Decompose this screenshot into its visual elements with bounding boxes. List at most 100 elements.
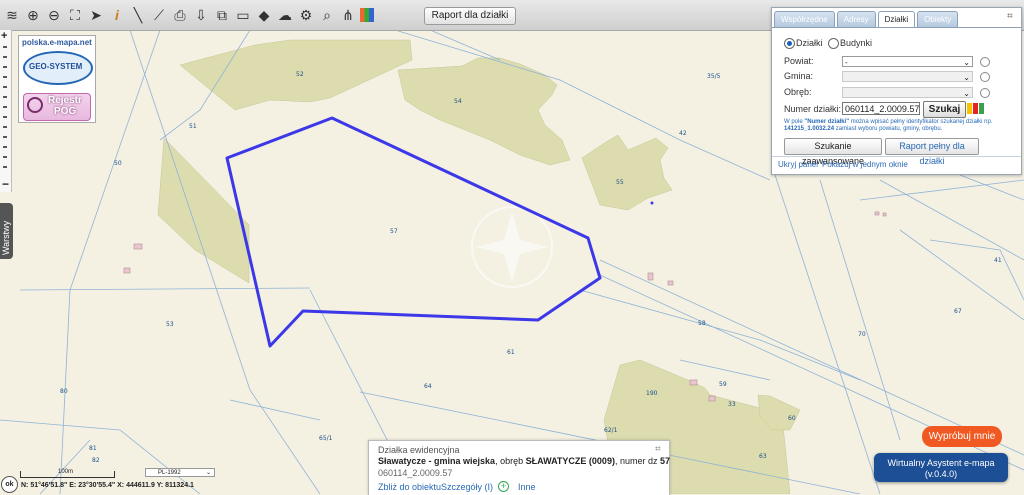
download-icon[interactable]: ⇩: [192, 6, 210, 24]
shape-icon[interactable]: ◆: [255, 6, 273, 24]
zoom-rail[interactable]: + −: [0, 30, 12, 192]
rail-zoom-out-icon[interactable]: −: [2, 177, 9, 191]
close-icon[interactable]: ⌗: [655, 444, 661, 455]
parcel-label-42: 42: [679, 130, 687, 137]
rejestr-label: Rejestr: [48, 95, 82, 106]
powiat-select[interactable]: - ⌄: [842, 56, 973, 67]
ok-button[interactable]: ok: [1, 476, 18, 493]
parcel-number-input[interactable]: 060114_2.0009.57: [842, 102, 920, 115]
layers-tab[interactable]: Warstwy: [0, 203, 13, 259]
parcel-label-65-1: 65/1: [319, 435, 333, 442]
parcel-label-33: 33: [728, 401, 736, 408]
zoom-in-icon[interactable]: ⊕: [24, 6, 42, 24]
virtual-assistant-button[interactable]: Wirtualny Asystent e-mapa (v.0.4.0): [874, 453, 1008, 482]
zoom-level-tick[interactable]: [3, 166, 7, 168]
projection-select[interactable]: PL-1992 ⌄: [145, 468, 215, 477]
zoom-level-tick[interactable]: [3, 136, 7, 138]
try-me-button[interactable]: Wypróbuj mnie: [922, 426, 1002, 447]
search-map-icon[interactable]: ⌕: [318, 6, 336, 24]
precinct: SŁAWATYCZE (0009): [525, 456, 615, 466]
parcel-report-button[interactable]: Raport dla działki: [424, 7, 516, 25]
hint-field-name: "Numer działki": [804, 119, 850, 125]
obreb-select[interactable]: ⌄: [842, 87, 973, 98]
radio-budynki-label: Budynki: [840, 38, 873, 48]
details-link[interactable]: Szczegóły (I): [441, 482, 493, 492]
advanced-search-button[interactable]: Szukanie zaawansowane: [784, 138, 882, 166]
color-swatch-green[interactable]: [979, 103, 984, 114]
print-icon[interactable]: ⎙: [171, 6, 189, 24]
comment-icon[interactable]: ▭: [234, 6, 252, 24]
numer-label: Numer działki:: [784, 104, 842, 114]
single-window-link[interactable]: Pokazuj w jednym oknie: [822, 160, 908, 169]
chevron-down-icon: ⌄: [963, 73, 970, 82]
zoom-level-tick[interactable]: [3, 146, 7, 148]
parcel-label-35-5: 35/5: [707, 73, 721, 80]
radio-dzialki[interactable]: [784, 38, 795, 49]
tab-wspolrzedne[interactable]: Współrzędne: [774, 11, 835, 27]
projection-value: PL-1992: [158, 470, 181, 476]
zoom-extent-icon[interactable]: ⛶: [66, 6, 84, 24]
tab-obiekty[interactable]: Obiekty: [917, 11, 959, 27]
color-swatch-red[interactable]: [973, 103, 978, 114]
route-icon[interactable]: ⋔: [339, 6, 357, 24]
search-icon[interactable]: [980, 72, 990, 82]
search-button[interactable]: Szukaj: [923, 101, 966, 118]
parcel-description: Sławatycze - gmina wiejska, obręb SŁAWAT…: [378, 456, 670, 466]
search-icon[interactable]: [980, 88, 990, 98]
other-link[interactable]: Inne: [518, 482, 536, 492]
pointer-icon[interactable]: ➤: [87, 6, 105, 24]
zoom-level-tick[interactable]: [3, 86, 7, 88]
hide-panel-link[interactable]: Ukryj panel: [778, 160, 818, 169]
parcel-label-58: 58: [698, 320, 706, 327]
panel-footer: Ukryj panel Pokazuj w jednym oknie: [772, 156, 1021, 174]
zoom-level-tick[interactable]: [3, 106, 7, 108]
add-icon[interactable]: +: [498, 481, 509, 492]
copy-icon[interactable]: ⧉: [213, 6, 231, 24]
radio-budynki[interactable]: [828, 38, 839, 49]
zoom-out-icon[interactable]: ⊖: [45, 6, 63, 24]
zoom-level-tick[interactable]: [3, 156, 7, 158]
assistant-version: (v.0.4.0): [924, 469, 958, 479]
chevron-down-icon: ⌄: [963, 58, 970, 67]
magnifier-icon: [27, 97, 43, 113]
geo-system-label: GEO-SYSTEM: [29, 62, 83, 71]
hint-text: zamiast wyboru powiatu, gminy, obrębu.: [834, 126, 943, 132]
cloud-upload-icon[interactable]: ☁: [276, 6, 294, 24]
hint-example: 141215_1.0032.24: [784, 126, 835, 132]
rejestr-pog-logo[interactable]: Rejestr POG: [23, 93, 91, 121]
tab-dzialki[interactable]: Działki: [877, 11, 916, 28]
separator: , obręb: [495, 456, 526, 466]
color-swatch-yellow[interactable]: [967, 103, 972, 114]
gmina-label: Gmina:: [784, 71, 814, 81]
parcel-label-63: 63: [759, 453, 767, 460]
zoom-level-tick[interactable]: [3, 46, 7, 48]
zoom-level-tick[interactable]: [3, 126, 7, 128]
parcel-label-67: 67: [954, 308, 962, 315]
color-palette-icon[interactable]: [360, 8, 374, 22]
search-icon[interactable]: [980, 57, 990, 67]
geo-system-logo[interactable]: GEO-SYSTEM: [23, 51, 93, 85]
zoom-level-tick[interactable]: [3, 66, 7, 68]
zoom-level-tick[interactable]: [3, 76, 7, 78]
measure-distance-icon[interactable]: ╲: [129, 6, 147, 24]
parcel-label-53: 53: [166, 321, 174, 328]
measure-area-icon[interactable]: ⟋: [150, 6, 168, 24]
zoom-level-tick[interactable]: [3, 96, 7, 98]
zoom-to-object-link[interactable]: Zbliż do obiektu: [378, 482, 441, 492]
parcel-info-popup: Działka ewidencyjna ⌗ Sławatycze - gmina…: [368, 440, 670, 495]
zoom-level-tick[interactable]: [3, 116, 7, 118]
parcel-label-57: 57: [390, 228, 398, 235]
settings-icon[interactable]: ⚙: [297, 6, 315, 24]
close-icon[interactable]: ⌗: [1007, 11, 1013, 22]
full-report-button[interactable]: Raport pełny dla działki: [885, 138, 979, 166]
tab-adresy[interactable]: Adresy: [836, 11, 876, 27]
gmina-select[interactable]: ⌄: [842, 71, 973, 82]
panel-tabs: Współrzędne Adresy Działki Obiekty: [774, 11, 960, 28]
assistant-title: Wirtualny Asystent e-mapa: [887, 458, 995, 468]
zoom-level-tick[interactable]: [3, 56, 7, 58]
info-title: Działka ewidencyjna: [378, 445, 460, 455]
layers-icon[interactable]: ≋: [3, 6, 21, 24]
parcel-label-51: 51: [189, 123, 197, 130]
info-icon[interactable]: i: [108, 6, 126, 24]
rail-zoom-in-icon[interactable]: +: [1, 30, 7, 42]
